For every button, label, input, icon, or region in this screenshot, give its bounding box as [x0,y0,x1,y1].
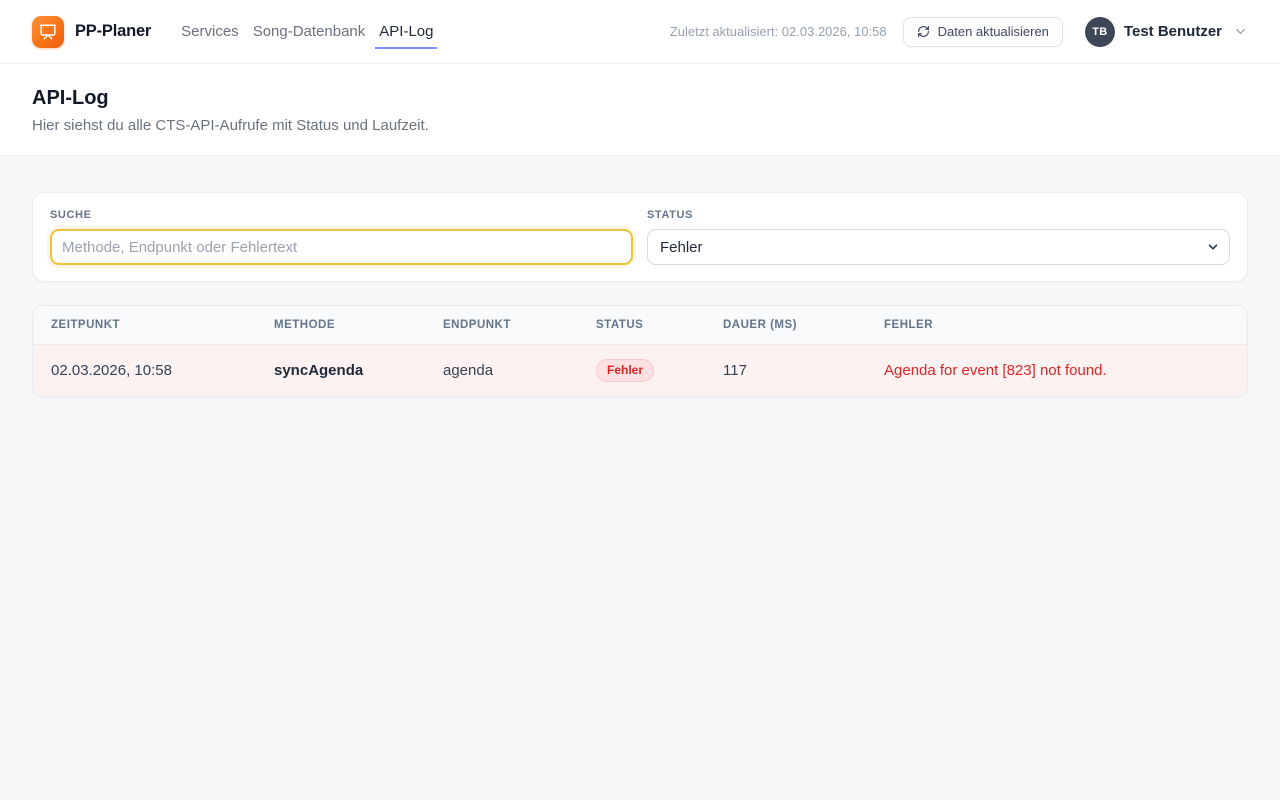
presentation-icon [39,23,57,41]
page-title: API-Log [32,87,1248,110]
user-name: Test Benutzer [1124,23,1222,40]
status-field-label: STATUS [647,209,1230,221]
nav-item-api-log[interactable]: API-Log [375,23,437,49]
search-field: SUCHE [50,209,633,265]
main-content: SUCHE STATUS Fehler [0,156,1280,433]
search-input[interactable] [50,229,633,265]
nav-item-song-datenbank[interactable]: Song-Datenbank [249,23,370,49]
column-header-status: STATUS [580,306,707,345]
brand-name: PP-Planer [75,22,151,41]
refresh-data-button[interactable]: Daten aktualisieren [903,17,1063,47]
status-select[interactable]: Fehler [647,229,1230,265]
page-subtitle: Hier siehst du alle CTS-API-Aufrufe mit … [32,117,1248,134]
cell-status: Fehler [580,345,707,397]
filter-card: SUCHE STATUS Fehler [32,192,1248,282]
status-field: STATUS Fehler [647,209,1230,265]
api-log-table-card: ZEITPUNKT METHODE ENDPUNKT STATUS DAUER … [32,305,1248,397]
top-navbar: PP-Planer Services Song-Datenbank API-Lo… [0,0,1280,64]
status-select-wrap: Fehler [647,229,1230,265]
app-logo [32,16,64,48]
last-updated-text: Zuletzt aktualisiert: 02.03.2026, 10:58 [670,24,887,39]
column-header-zeitpunkt: ZEITPUNKT [33,306,258,345]
avatar: TB [1085,17,1115,47]
search-field-label: SUCHE [50,209,633,221]
chevron-down-icon [1233,24,1248,39]
user-menu[interactable]: TB Test Benutzer [1085,17,1248,47]
nav-item-services[interactable]: Services [177,23,243,49]
cell-methode: syncAgenda [258,345,427,397]
cell-zeitpunkt: 02.03.2026, 10:58 [33,345,258,397]
table-row: 02.03.2026, 10:58 syncAgenda agenda Fehl… [33,345,1247,397]
brand-home-link[interactable]: PP-Planer [32,16,151,48]
main-nav: Services Song-Datenbank API-Log [177,14,437,49]
refresh-icon [917,25,930,38]
page-header: API-Log Hier siehst du alle CTS-API-Aufr… [0,64,1280,156]
api-log-table: ZEITPUNKT METHODE ENDPUNKT STATUS DAUER … [33,306,1247,396]
column-header-endpunkt: ENDPUNKT [427,306,580,345]
column-header-dauer: DAUER (MS) [707,306,868,345]
column-header-methode: METHODE [258,306,427,345]
table-header: ZEITPUNKT METHODE ENDPUNKT STATUS DAUER … [33,306,1247,345]
column-header-fehler: FEHLER [868,306,1247,345]
cell-fehler: Agenda for event [823] not found. [868,345,1247,397]
refresh-button-label: Daten aktualisieren [938,24,1049,39]
topbar-right: Zuletzt aktualisiert: 02.03.2026, 10:58 … [670,17,1248,47]
cell-endpunkt: agenda [427,345,580,397]
cell-dauer: 117 [707,345,868,397]
status-badge: Fehler [596,359,654,382]
